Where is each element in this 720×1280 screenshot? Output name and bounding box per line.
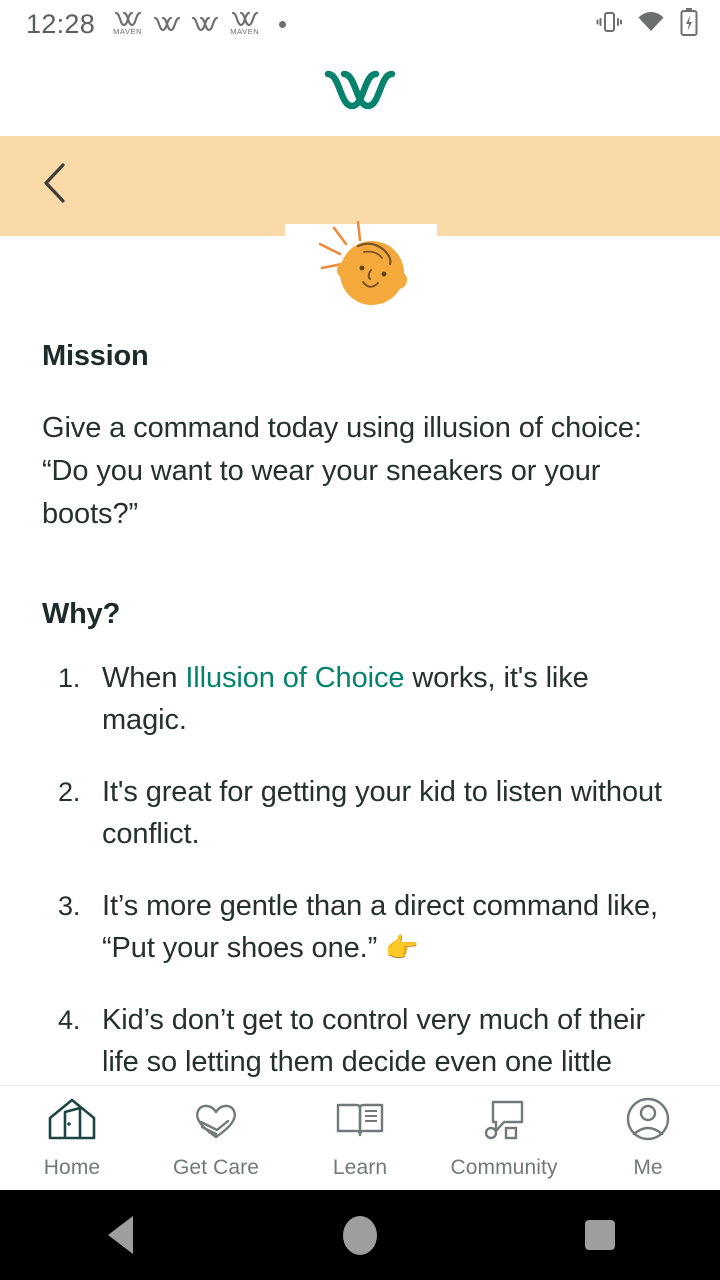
maven-icon-label: MAVEN: [113, 27, 143, 37]
status-bar: 12:28 MAVEN MAVEN: [0, 0, 720, 48]
maven-logo: [324, 68, 396, 117]
list-item: It’s more gentle than a direct command l…: [42, 885, 678, 969]
status-bar-system-icons: [596, 7, 698, 41]
nav-item-get-care[interactable]: Get Care: [144, 1096, 288, 1180]
person-avatar-icon: [622, 1096, 674, 1147]
nav-item-community[interactable]: Community: [432, 1096, 576, 1180]
status-bar-notification-icons: MAVEN MAVEN: [113, 11, 287, 37]
home-circle-icon: [343, 1215, 377, 1255]
nav-label-get-care: Get Care: [173, 1156, 259, 1179]
recents-square-icon: [585, 1220, 615, 1250]
system-home-button[interactable]: [300, 1190, 420, 1280]
system-back-button[interactable]: [60, 1190, 180, 1280]
nav-label-home: Home: [43, 1156, 101, 1179]
battery-charging-icon: [680, 7, 698, 41]
mission-body-text: Give a command today using illusion of c…: [42, 412, 642, 530]
home-house-icon: [46, 1096, 98, 1147]
nav-label-community: Community: [450, 1156, 558, 1179]
maven-icon-label: MAVEN: [230, 27, 260, 37]
list-item-text-pre: Kid’s don’t get to control very much of …: [102, 1004, 646, 1078]
mission-heading: Mission: [42, 340, 149, 372]
nav-item-home[interactable]: Home: [0, 1096, 144, 1180]
why-heading: Why?: [42, 598, 121, 630]
open-book-icon: [334, 1096, 386, 1147]
speech-bubble-icon: [478, 1096, 530, 1147]
back-triangle-icon: [107, 1216, 133, 1254]
maven-notification-icon: MAVEN: [230, 11, 260, 37]
nav-item-me[interactable]: Me: [576, 1096, 720, 1180]
illusion-of-choice-link[interactable]: Illusion of Choice: [185, 662, 404, 694]
android-system-nav: [0, 1190, 720, 1280]
maven-notification-icon: MAVEN: [113, 11, 143, 37]
more-notifications-dot-icon: [279, 20, 287, 28]
nav-label-learn: Learn: [332, 1156, 388, 1179]
list-item: It's great for getting your kid to liste…: [42, 771, 678, 855]
back-button[interactable]: [20, 150, 90, 220]
list-item: Kid’s don’t get to control very much of …: [42, 999, 678, 1085]
chevron-left-icon: [41, 161, 69, 210]
list-item-text-pre: When: [102, 662, 186, 694]
article-content: Mission Give a command today using illus…: [0, 318, 720, 1085]
list-item-text-pre: It's great for getting your kid to liste…: [102, 776, 662, 850]
status-bar-clock: 12:28: [26, 8, 96, 39]
list-item-text-pre: It’s more gentle than a direct command l…: [102, 890, 659, 964]
vibrate-icon: [596, 9, 622, 40]
pointing-right-hand-emoji: 👉: [385, 933, 419, 963]
bottom-navigation-bar: Home Get Care Learn Community Me: [0, 1085, 720, 1190]
app-logo-bar: [0, 48, 720, 136]
list-item: When Illusion of Choice works, it's like…: [42, 657, 678, 741]
hero-illustration: [0, 220, 720, 314]
system-recents-button[interactable]: [540, 1190, 660, 1280]
why-list: When Illusion of Choice works, it's like…: [42, 657, 678, 1085]
heart-hand-icon: [190, 1096, 242, 1147]
wifi-icon: [637, 11, 665, 38]
baby-face-sun-icon: [300, 218, 420, 319]
maven-notification-icon: [192, 16, 219, 32]
maven-notification-icon: [154, 16, 181, 32]
nav-item-learn[interactable]: Learn: [288, 1096, 432, 1180]
phone-screen: 12:28 MAVEN MAVEN Mission Give a command…: [0, 0, 720, 1280]
nav-label-me: Me: [633, 1156, 663, 1179]
